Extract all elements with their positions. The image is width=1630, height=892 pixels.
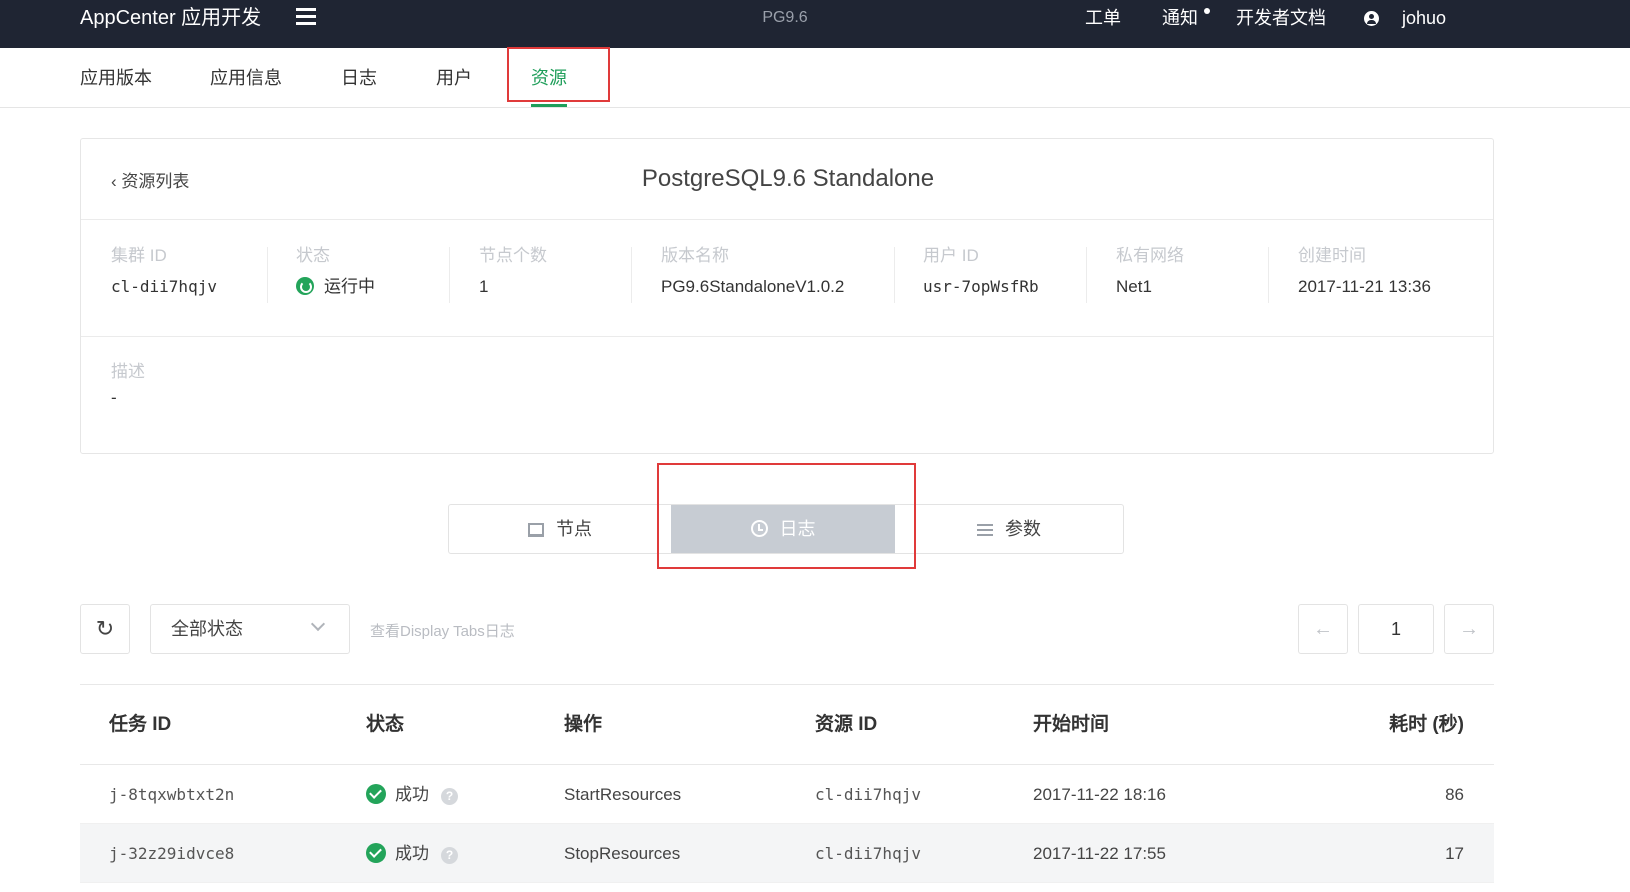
column-header: 任务 ID	[109, 714, 172, 735]
nav-developer-docs[interactable]: 开发者文档	[1236, 0, 1326, 36]
tab-label: 参数	[1005, 519, 1041, 539]
divider	[631, 247, 632, 303]
tab-parameters[interactable]: 参数	[895, 505, 1123, 553]
task-id[interactable]: j-8tqxwbtxt2n	[109, 765, 234, 824]
arrow-left-icon: ←	[1313, 618, 1333, 640]
column-header: 状态	[366, 714, 405, 735]
tab-logs[interactable]: 日志	[341, 48, 377, 108]
field-label: 节点个数	[479, 246, 547, 265]
field-value: PG9.6StandaloneV1.0.2	[661, 277, 845, 296]
task-action: StopResources	[564, 844, 681, 863]
refresh-button[interactable]: ↻	[80, 604, 130, 654]
divider	[81, 336, 1493, 337]
duration: 17	[1445, 844, 1464, 863]
tab-nodes[interactable]: 节点	[449, 505, 671, 553]
top-navbar: AppCenter 应用开发 PG9.6 工单 通知 开发者文档 johuo	[0, 0, 1630, 48]
field-value: 2017-11-21 13:36	[1298, 277, 1431, 296]
field-user-id: 用户 ID usr-7opWsfRb	[923, 243, 1039, 313]
divider	[894, 247, 895, 303]
resource-id[interactable]: cl-dii7hqjv	[815, 824, 921, 883]
status-filter-select[interactable]: 全部状态	[150, 604, 350, 654]
prev-page-button[interactable]: ←	[1298, 604, 1348, 654]
success-check-icon	[366, 843, 386, 863]
hamburger-menu-icon[interactable]	[296, 8, 316, 26]
running-status-icon	[296, 277, 314, 295]
user-avatar-icon[interactable]	[1364, 11, 1379, 26]
sub-navigation: 应用版本 应用信息 日志 用户 资源	[0, 48, 1630, 108]
page-number[interactable]: 1	[1358, 604, 1434, 654]
table-header: 任务 ID 状态 操作 资源 ID 开始时间 耗时 (秒)	[80, 685, 1494, 765]
column-header: 资源 ID	[815, 714, 878, 735]
field-status: 状态 运行中	[296, 243, 375, 313]
task-action: StartResources	[564, 785, 682, 804]
field-created-time: 创建时间 2017-11-21 13:36	[1298, 243, 1431, 313]
column-header: 耗时 (秒)	[1389, 714, 1464, 735]
help-icon[interactable]: ?	[441, 847, 458, 864]
list-icon	[977, 524, 993, 537]
resource-title: PostgreSQL9.6 Standalone	[641, 165, 935, 192]
field-value: usr-7opWsfRb	[923, 277, 1039, 296]
task-id[interactable]: j-32z29idvce8	[109, 824, 234, 883]
resource-detail-card: ‹ 资源列表 PostgreSQL9.6 Standalone 集群 ID cl…	[80, 138, 1494, 454]
field-label: 描述	[111, 362, 145, 381]
tab-users[interactable]: 用户	[436, 48, 472, 108]
arrow-right-icon: →	[1459, 618, 1479, 640]
tab-app-versions[interactable]: 应用版本	[80, 48, 152, 108]
divider	[1268, 247, 1269, 303]
divider	[449, 247, 450, 303]
display-tabs-log-hint: 查看Display Tabs日志	[370, 623, 515, 640]
help-icon[interactable]: ?	[441, 788, 458, 805]
start-time: 2017-11-22 17:55	[1033, 844, 1166, 863]
column-header: 操作	[564, 714, 603, 735]
brand-title[interactable]: AppCenter 应用开发	[80, 0, 261, 36]
chevron-down-icon	[310, 616, 326, 632]
divider	[1086, 247, 1087, 303]
task-status: 成功?	[366, 824, 458, 883]
duration: 86	[1445, 785, 1464, 804]
refresh-icon: ↻	[95, 616, 115, 641]
field-vpc: 私有网络 Net1	[1116, 243, 1184, 313]
divider	[267, 247, 268, 303]
app-name: PG9.6	[762, 9, 808, 26]
notification-dot-icon	[1204, 8, 1210, 14]
field-value: Net1	[1116, 277, 1152, 296]
field-description: 描述 -	[111, 357, 145, 408]
monitor-icon	[528, 523, 544, 537]
field-cluster-id: 集群 ID cl-dii7hqjv	[111, 243, 217, 313]
field-label: 用户 ID	[923, 246, 979, 265]
column-header: 开始时间	[1033, 714, 1110, 735]
nav-ticket[interactable]: 工单	[1085, 0, 1121, 36]
task-status: 成功?	[366, 765, 458, 824]
tab-label: 节点	[556, 519, 592, 539]
highlight-box-logs-tab	[657, 463, 916, 569]
field-label: 集群 ID	[111, 246, 167, 265]
jobs-table: 任务 ID 状态 操作 资源 ID 开始时间 耗时 (秒) j-8tqxwbtx…	[80, 684, 1494, 883]
user-name[interactable]: johuo	[1402, 0, 1446, 36]
success-check-icon	[366, 784, 386, 804]
table-row[interactable]: j-32z29idvce8 成功? StopResources cl-dii7h…	[80, 824, 1494, 883]
field-node-count: 节点个数 1	[479, 243, 547, 313]
next-page-button[interactable]: →	[1444, 604, 1494, 654]
field-value: -	[111, 388, 117, 407]
active-tab-indicator	[531, 104, 567, 107]
field-value: cl-dii7hqjv	[111, 277, 217, 296]
divider	[81, 219, 1493, 220]
resource-id[interactable]: cl-dii7hqjv	[815, 765, 921, 824]
status-filter-value: 全部状态	[171, 619, 243, 639]
field-value: 运行中	[324, 277, 375, 296]
field-label: 状态	[296, 246, 330, 265]
nav-notification[interactable]: 通知	[1162, 0, 1198, 36]
status-text: 成功	[395, 844, 429, 863]
start-time: 2017-11-22 18:16	[1033, 785, 1166, 804]
field-version-name: 版本名称 PG9.6StandaloneV1.0.2	[661, 243, 844, 313]
field-label: 版本名称	[661, 246, 729, 265]
field-value: 1	[479, 277, 489, 296]
field-label: 创建时间	[1298, 246, 1366, 265]
status-text: 成功	[395, 785, 429, 804]
table-row[interactable]: j-8tqxwbtxt2n 成功? StartResources cl-dii7…	[80, 765, 1494, 824]
field-label: 私有网络	[1116, 246, 1184, 265]
tab-app-info[interactable]: 应用信息	[210, 48, 282, 108]
highlight-box-resources-tab	[507, 47, 610, 102]
